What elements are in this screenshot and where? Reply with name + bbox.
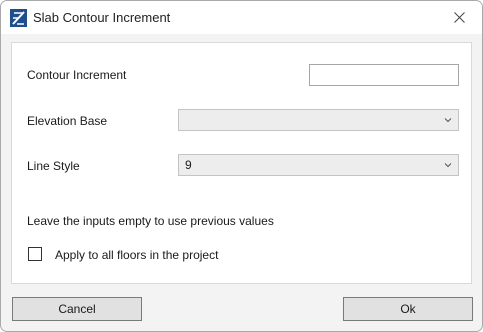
title-bar[interactable]: Slab Contour Increment (1, 1, 482, 34)
contour-increment-input[interactable] (309, 64, 459, 86)
line-style-label: Line Style (27, 159, 80, 173)
form-panel: Contour Increment Elevation Base Line St… (11, 42, 472, 284)
chevron-down-icon (444, 163, 452, 168)
contour-increment-label: Contour Increment (27, 68, 127, 82)
line-style-select[interactable]: 9 (178, 154, 459, 176)
dialog-window: Slab Contour Increment Contour Increment… (0, 0, 483, 332)
apply-all-floors-label[interactable]: Apply to all floors in the project (55, 248, 218, 262)
window-title: Slab Contour Increment (33, 10, 171, 25)
cancel-button[interactable]: Cancel (12, 297, 142, 321)
app-logo-icon (10, 9, 27, 27)
elevation-base-label: Elevation Base (27, 114, 108, 128)
close-icon (453, 12, 465, 23)
chevron-down-icon (444, 118, 452, 123)
hint-text: Leave the inputs empty to use previous v… (27, 214, 274, 228)
line-style-value: 9 (185, 158, 192, 172)
close-button[interactable] (436, 1, 482, 34)
ok-button[interactable]: Ok (343, 297, 473, 321)
apply-all-floors-checkbox[interactable] (28, 247, 42, 261)
elevation-base-select[interactable] (178, 109, 459, 131)
